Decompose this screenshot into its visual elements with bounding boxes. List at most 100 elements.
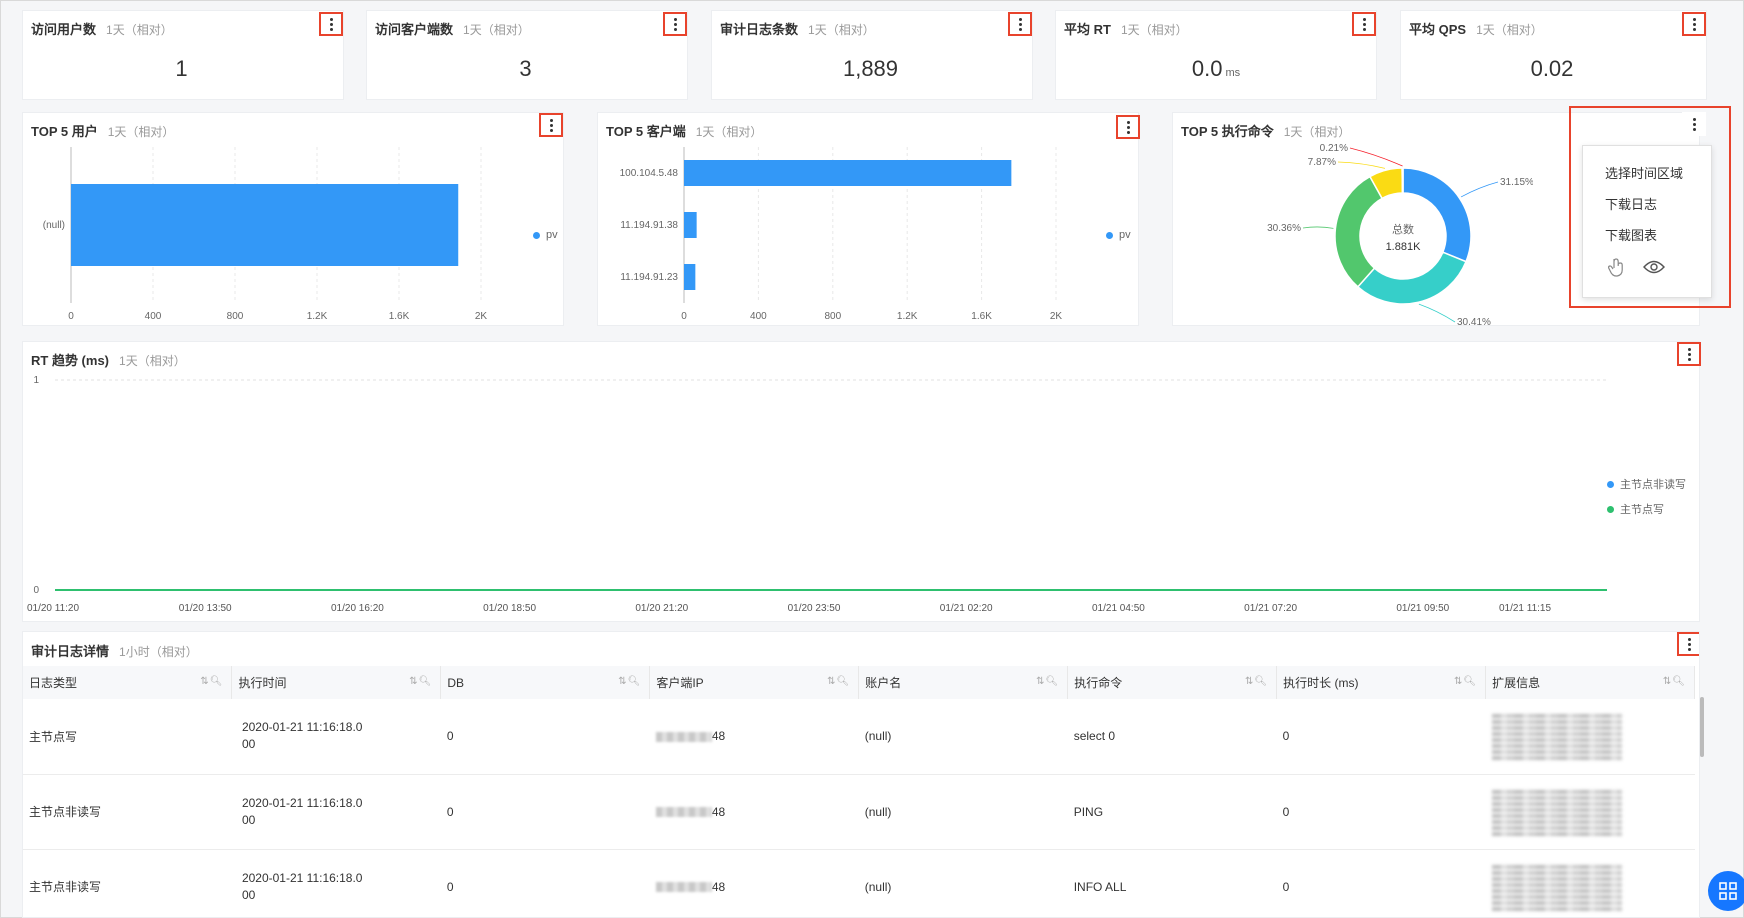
cell-db: 0 xyxy=(440,849,650,917)
more-options-button[interactable] xyxy=(1352,12,1376,36)
column-header[interactable]: 执行命令 ⇅🔍︎ xyxy=(1067,666,1278,699)
x-tick-label: 0 xyxy=(681,311,687,322)
legend-item-write[interactable]: 主节点写 xyxy=(1607,501,1664,517)
donut-center-label: 总数 xyxy=(1392,222,1414,236)
more-options-button[interactable] xyxy=(319,12,343,36)
x-tick-label: 01/20 11:20 xyxy=(27,603,80,614)
x-tick-label: 01/21 04:50 xyxy=(1092,603,1145,614)
sort-filter-icon[interactable]: ⇅🔍︎ xyxy=(618,676,641,687)
cell-account: (null) xyxy=(858,774,1068,850)
cell-type: 主节点非读写 xyxy=(23,849,232,917)
rt-trend-line-chart: 0 1 01/20 11:20 01/20 13:50 01/20 16:20 01/20… xyxy=(27,375,1607,614)
apps-float-button[interactable] xyxy=(1708,871,1744,911)
chart-legend[interactable]: pv xyxy=(1106,229,1131,241)
label-leader-line xyxy=(1418,303,1456,323)
redacted-info xyxy=(1491,787,1622,836)
cell-command: PING xyxy=(1067,774,1277,850)
x-tick-label: 2K xyxy=(475,311,488,322)
x-tick-label: 0 xyxy=(68,311,74,322)
eye-icon[interactable] xyxy=(1643,260,1665,279)
category-label: 11.194.91.23 xyxy=(620,272,678,283)
x-tick-label: 1.2K xyxy=(897,311,918,322)
cell-duration: 0 xyxy=(1276,774,1486,850)
cell-duration: 0 xyxy=(1276,849,1486,917)
legend-label: pv xyxy=(1119,229,1131,241)
hand-pointer-icon[interactable] xyxy=(1607,257,1625,282)
more-options-button[interactable] xyxy=(1677,632,1699,656)
more-options-button[interactable] xyxy=(1008,12,1032,36)
x-tick-label: 1.2K xyxy=(307,311,328,322)
sort-filter-icon[interactable]: ⇅🔍︎ xyxy=(1663,676,1686,687)
sort-filter-icon[interactable]: ⇅🔍︎ xyxy=(827,676,850,687)
table-row[interactable]: 主节点写 2020-01-21 11:16:18.0 00 0 48 (null) sele… xyxy=(23,699,1695,775)
menu-item-select-time-range[interactable]: 选择时间区域 xyxy=(1583,158,1711,189)
cell-extended-info xyxy=(1485,699,1695,775)
table-row[interactable]: 主节点非读写 2020-01-21 11:16:18.0 00 0 48 (null) PI… xyxy=(23,774,1695,850)
cell-ip: 48 xyxy=(649,849,859,917)
audit-log-table: 日志类型 ⇅🔍︎ 执行时间 ⇅🔍︎ DB ⇅🔍︎ 客户端IP ⇅🔍︎ 账户名 ⇅🔍︎ 执行命令 ⇅🔍︎… xyxy=(23,666,1695,917)
column-header[interactable]: 执行时长 (ms) ⇅🔍︎ xyxy=(1276,666,1487,699)
x-tick-label: 800 xyxy=(824,311,841,322)
top-clients-bar-chart: 0 400 800 1.2K 1.6K 2K 100.104.5.48 11.194.91.3… xyxy=(620,147,1063,322)
donut-slice xyxy=(1356,251,1467,305)
x-tick-label: 01/21 07:20 xyxy=(1244,603,1297,614)
top-users-card: TOP 5 用户 1天（相对） 0 400 800 1.2K 1.6K 2K (null) p… xyxy=(22,112,564,326)
cell-db: 0 xyxy=(440,774,650,850)
column-header[interactable]: 客户端IP ⇅🔍︎ xyxy=(649,666,860,699)
legend-label: pv xyxy=(546,229,558,241)
kpi-title: 平均 QPS 1天（相对） xyxy=(1409,22,1543,37)
table-scrollbar[interactable] xyxy=(1700,697,1704,757)
cell-extended-info xyxy=(1485,849,1695,917)
more-options-button[interactable] xyxy=(1682,112,1706,136)
audit-table-wrap: 日志类型 ⇅🔍︎ 执行时间 ⇅🔍︎ DB ⇅🔍︎ 客户端IP ⇅🔍︎ 账户名 ⇅🔍︎ 执行命令 ⇅🔍︎… xyxy=(23,666,1695,917)
sort-filter-icon[interactable]: ⇅🔍︎ xyxy=(200,676,223,687)
menu-item-download-chart[interactable]: 下载图表 xyxy=(1583,220,1711,251)
legend-label: 主节点写 xyxy=(1620,504,1664,516)
sort-filter-icon[interactable]: ⇅🔍︎ xyxy=(1454,676,1477,687)
more-options-button[interactable] xyxy=(1682,12,1706,36)
kpi-title: 审计日志条数 1天（相对） xyxy=(720,22,875,37)
kpi-title: 平均 RT 1天（相对） xyxy=(1064,22,1188,37)
column-header[interactable]: DB ⇅🔍︎ xyxy=(440,666,651,699)
redacted-ip xyxy=(655,807,712,818)
grid-icon xyxy=(1719,882,1737,900)
slice-label: 7.87% xyxy=(1308,157,1336,168)
kpi-value: 1 xyxy=(175,56,188,81)
label-leader-line xyxy=(1460,181,1499,198)
more-options-button[interactable] xyxy=(663,12,687,36)
category-label: 11.194.91.38 xyxy=(620,220,678,231)
column-header[interactable]: 扩展信息 ⇅🔍︎ xyxy=(1485,666,1695,699)
x-tick-label: 01/21 09:50 xyxy=(1396,603,1449,614)
legend-dot xyxy=(1106,231,1113,239)
column-header[interactable]: 日志类型 ⇅🔍︎ xyxy=(23,666,233,699)
sort-filter-icon[interactable]: ⇅🔍︎ xyxy=(1036,676,1059,687)
x-tick-label: 1.6K xyxy=(389,311,410,322)
bar xyxy=(684,264,696,290)
kpi-value: 0.02 xyxy=(1530,56,1574,81)
kpi-title: 访问客户端数 1天（相对） xyxy=(375,22,530,37)
table-row[interactable]: 主节点非读写 2020-01-21 11:16:18.0 00 0 48 (null) IN… xyxy=(23,849,1695,917)
x-tick-label: 01/20 16:20 xyxy=(331,603,384,614)
legend-dot xyxy=(533,231,540,239)
x-tick-label: 800 xyxy=(227,311,244,322)
column-header[interactable]: 账户名 ⇅🔍︎ xyxy=(858,666,1069,699)
x-tick-label: 01/21 02:20 xyxy=(940,603,993,614)
sort-filter-icon[interactable]: ⇅🔍︎ xyxy=(409,676,432,687)
legend-item-read-write[interactable]: 主节点非读写 xyxy=(1607,476,1686,492)
x-tick-label: 400 xyxy=(750,311,767,322)
sort-filter-icon[interactable]: ⇅🔍︎ xyxy=(1245,676,1268,687)
x-tick-label: 2K xyxy=(1050,311,1063,322)
kpi-card: 平均 QPS 1天（相对） 0.02 xyxy=(1400,10,1707,100)
x-tick-label: 01/20 23:50 xyxy=(788,603,841,614)
x-tick-label: 01/20 18:50 xyxy=(483,603,536,614)
slice-label: 0.21% xyxy=(1320,143,1348,154)
kpi-card: 审计日志条数 1天（相对） 1,889 xyxy=(711,10,1033,100)
category-label: 100.104.5.48 xyxy=(620,168,679,179)
menu-item-download-log[interactable]: 下载日志 xyxy=(1583,189,1711,220)
chart-legend[interactable]: pv xyxy=(533,229,558,241)
x-tick-label: 01/20 21:20 xyxy=(635,603,688,614)
top-commands-donut-chart: 31.15% 30.41% 30.36% 7.87% 0.21% 总数 1.881K xyxy=(1267,143,1533,327)
cell-command: INFO ALL xyxy=(1067,849,1277,917)
column-header[interactable]: 执行时间 ⇅🔍︎ xyxy=(231,666,442,699)
label-leader-line xyxy=(1302,226,1334,229)
